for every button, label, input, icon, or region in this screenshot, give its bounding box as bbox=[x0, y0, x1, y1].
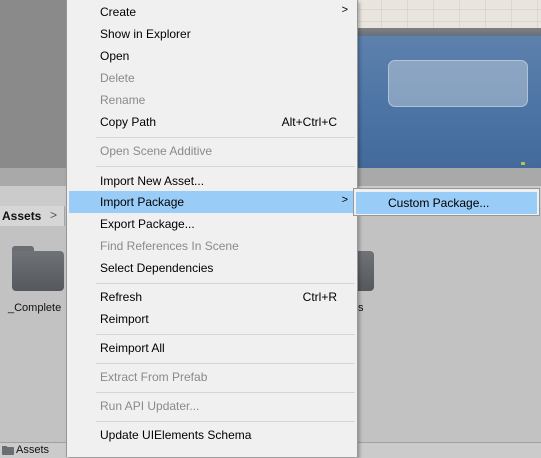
menu-item-open-scene-additive[interactable]: Open Scene Additive bbox=[67, 140, 357, 162]
menu-item-import-new-asset[interactable]: Import New Asset... bbox=[67, 170, 357, 192]
menu-separator bbox=[96, 283, 355, 284]
menu-item-label: Create bbox=[100, 5, 137, 19]
submenu-arrow-icon: > bbox=[341, 194, 348, 206]
chevron-right-icon: > bbox=[50, 208, 58, 222]
folder-icon bbox=[2, 446, 14, 455]
menu-item-shortcut: Ctrl+R bbox=[302, 290, 337, 304]
menu-item-select-dependencies[interactable]: Select Dependencies bbox=[67, 257, 357, 279]
menu-item-custom-package[interactable]: Custom Package... bbox=[356, 192, 537, 214]
context-menu: Create > Show in Explorer Open Delete Re… bbox=[66, 0, 358, 457]
menu-item-label: Rename bbox=[100, 93, 146, 107]
scene-ui-panel bbox=[388, 60, 528, 107]
submenu-arrow-icon: > bbox=[341, 4, 348, 16]
menu-item-label: Show in Explorer bbox=[100, 27, 191, 41]
menu-item-label: Select Dependencies bbox=[100, 261, 214, 275]
menu-item-label: Open bbox=[100, 49, 130, 63]
menu-item-run-api-updater[interactable]: Run API Updater... bbox=[67, 395, 357, 417]
scene-gizmo bbox=[521, 162, 525, 165]
menu-item-extract-from-prefab[interactable]: Extract From Prefab bbox=[67, 366, 357, 388]
menu-item-label: Copy Path bbox=[100, 115, 157, 129]
menu-separator bbox=[96, 137, 355, 138]
menu-item-label: Export Package... bbox=[100, 217, 195, 231]
breadcrumb-assets[interactable]: Assets bbox=[2, 209, 41, 223]
menu-item-label: Reimport bbox=[100, 312, 149, 326]
menu-item-label: Import Package bbox=[100, 195, 185, 209]
breadcrumb[interactable]: Assets > bbox=[0, 206, 65, 226]
menu-item-label: Update UIElements Schema bbox=[100, 428, 252, 442]
menu-item-rename[interactable]: Rename bbox=[67, 89, 357, 111]
menu-item-create[interactable]: Create > bbox=[67, 1, 357, 23]
menu-separator bbox=[96, 334, 355, 335]
menu-item-open[interactable]: Open bbox=[67, 45, 357, 67]
import-package-submenu: Custom Package... bbox=[353, 188, 540, 216]
menu-separator bbox=[96, 421, 355, 422]
menu-item-label: Open Scene Additive bbox=[100, 144, 213, 158]
menu-item-label: Reimport All bbox=[100, 341, 165, 355]
menu-item-shortcut: Alt+Ctrl+C bbox=[281, 115, 337, 129]
folder-icon[interactable] bbox=[12, 246, 64, 291]
menu-item-reimport-all[interactable]: Reimport All bbox=[67, 337, 357, 359]
menu-item-label: Delete bbox=[100, 71, 135, 85]
folder-label[interactable]: _Complete bbox=[8, 302, 61, 314]
menu-separator bbox=[96, 166, 355, 167]
folder-label[interactable]: s bbox=[358, 302, 364, 314]
menu-item-label: Import New Asset... bbox=[100, 174, 205, 188]
menu-item-label: Refresh bbox=[100, 290, 143, 304]
menu-item-label: Find References In Scene bbox=[100, 239, 239, 253]
menu-item-update-uielements-schema[interactable]: Update UIElements Schema bbox=[67, 424, 357, 446]
status-path: Assets bbox=[16, 444, 50, 456]
menu-item-import-package[interactable]: Import Package > bbox=[69, 191, 355, 213]
menu-separator bbox=[96, 392, 355, 393]
menu-item-delete[interactable]: Delete bbox=[67, 67, 357, 89]
menu-item-refresh[interactable]: Refresh Ctrl+R bbox=[67, 286, 357, 308]
menu-item-copy-path[interactable]: Copy Path Alt+Ctrl+C bbox=[67, 111, 357, 133]
menu-separator bbox=[96, 363, 355, 364]
menu-item-show-in-explorer[interactable]: Show in Explorer bbox=[67, 23, 357, 45]
menu-item-export-package[interactable]: Export Package... bbox=[67, 213, 357, 235]
menu-item-label: Extract From Prefab bbox=[100, 370, 208, 384]
menu-item-find-references[interactable]: Find References In Scene bbox=[67, 235, 357, 257]
menu-item-label: Run API Updater... bbox=[100, 399, 200, 413]
menu-item-label: Custom Package... bbox=[388, 196, 490, 210]
menu-item-reimport[interactable]: Reimport bbox=[67, 308, 357, 330]
